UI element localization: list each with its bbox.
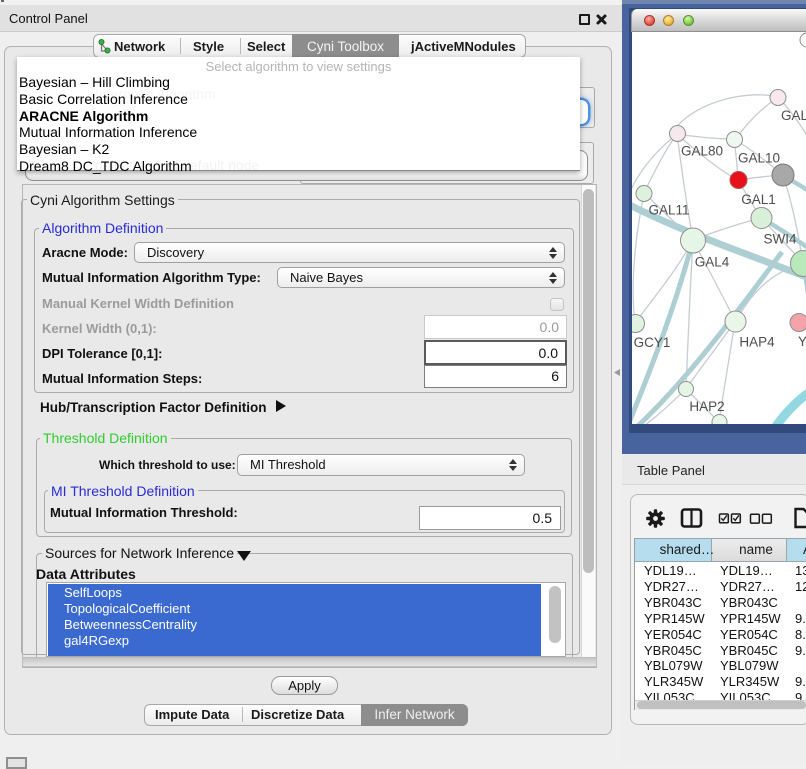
- svg-text:Y: Y: [798, 334, 806, 349]
- svg-text:HAP2: HAP2: [689, 399, 724, 414]
- svg-text:GAL4: GAL4: [695, 255, 730, 270]
- svg-text:GAL10: GAL10: [738, 151, 780, 166]
- svg-text:GAL1: GAL1: [741, 192, 776, 207]
- svg-text:SWI4: SWI4: [763, 232, 796, 247]
- svg-text:GAL80: GAL80: [781, 108, 806, 123]
- svg-text:GAL11: GAL11: [648, 203, 689, 218]
- svg-text:HAP4: HAP4: [739, 335, 775, 350]
- svg-text:GAL80: GAL80: [681, 144, 723, 159]
- svg-text:GCY1: GCY1: [634, 335, 671, 350]
